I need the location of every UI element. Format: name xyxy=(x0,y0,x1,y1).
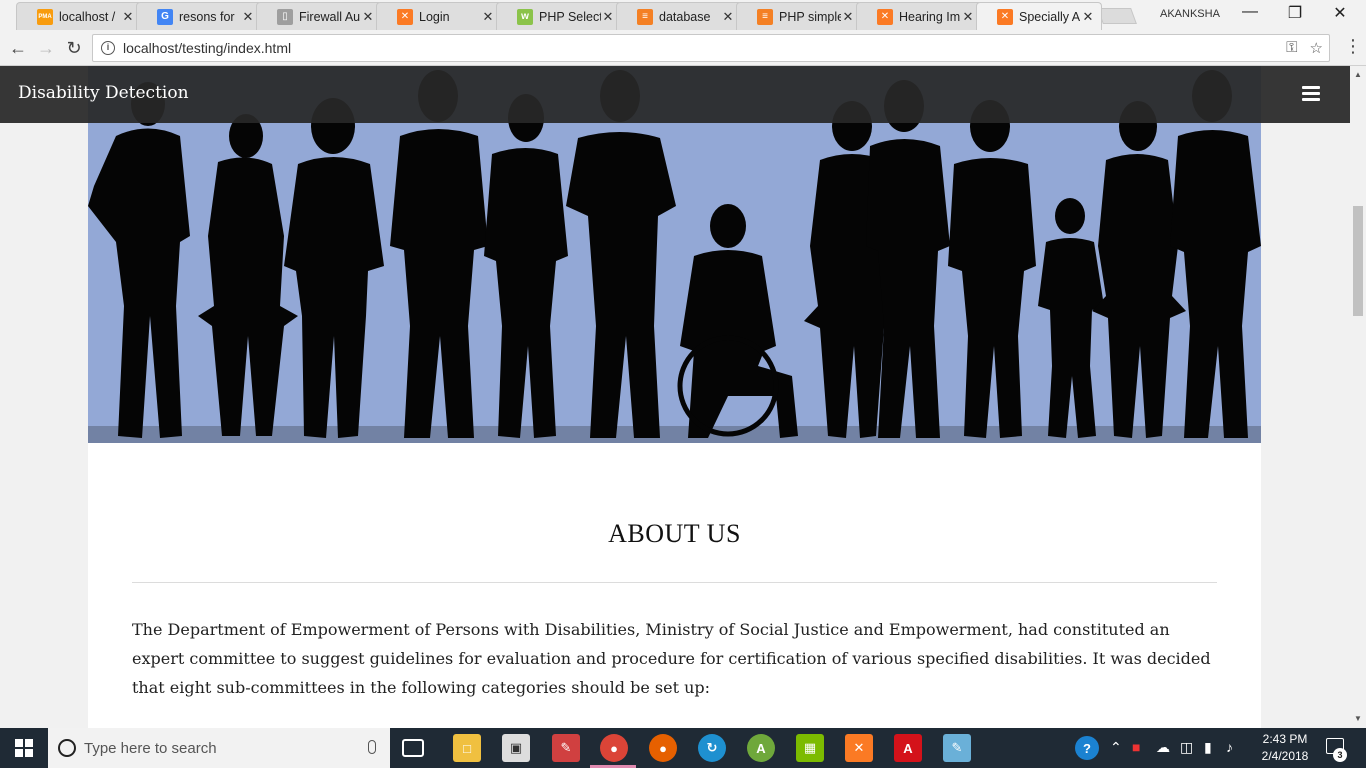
divider xyxy=(132,582,1217,583)
close-tab-icon[interactable]: ✕ xyxy=(481,9,495,25)
close-tab-icon[interactable]: ✕ xyxy=(241,9,255,25)
close-tab-icon[interactable]: ✕ xyxy=(601,9,615,25)
tab-title[interactable]: PHP Select xyxy=(539,10,601,24)
scroll-up-icon[interactable]: ▲ xyxy=(1354,70,1362,79)
xampp-icon: ✕ xyxy=(877,8,893,25)
browser-tab[interactable]: ✕ Specially A ✕ xyxy=(976,2,1102,30)
tab-title[interactable]: PHP simple xyxy=(779,10,841,24)
store-icon[interactable]: ▣ xyxy=(502,734,530,762)
about-section: ABOUT US The Department of Empowerment o… xyxy=(88,443,1261,728)
forward-icon[interactable]: → xyxy=(34,36,58,60)
tab-title[interactable]: resons for xyxy=(179,10,241,24)
stackoverflow-icon: ≡ xyxy=(757,8,773,25)
gift-icon[interactable]: ■ xyxy=(1132,739,1140,755)
tab-title[interactable]: localhost / xyxy=(59,10,121,24)
tab-title[interactable]: Specially A xyxy=(1019,10,1081,24)
cortana-icon[interactable] xyxy=(58,739,76,757)
volume-icon[interactable]: ♪ xyxy=(1226,739,1233,755)
bookmark-star-icon[interactable]: ☆ xyxy=(1310,39,1323,57)
file-explorer-icon[interactable]: □ xyxy=(453,734,481,762)
key-icon[interactable]: ⚿ xyxy=(1286,39,1297,57)
office-icon[interactable]: ▦ xyxy=(796,734,824,762)
firefox-icon[interactable]: ● xyxy=(649,734,677,762)
tab-title[interactable]: database xyxy=(659,10,721,24)
browser-toolbar: ← → ↻ i localhost/testing/index.html ⚿ ☆… xyxy=(0,30,1366,66)
clock-date: 2/4/2018 xyxy=(1261,749,1309,763)
browser-tab[interactable]: w PHP Select ✕ xyxy=(496,2,622,30)
minimize-icon[interactable]: — xyxy=(1230,3,1270,25)
taskbar-clock[interactable]: 2:43 PM 2/4/2018 xyxy=(1252,731,1318,765)
paint-icon[interactable]: ✎ xyxy=(552,734,580,762)
reload-icon[interactable]: ↻ xyxy=(62,36,86,60)
xampp-taskbar-icon[interactable]: ✕ xyxy=(845,734,873,762)
close-tab-icon[interactable]: ✕ xyxy=(841,9,855,25)
onedrive-icon[interactable]: ☁ xyxy=(1156,739,1170,756)
phpmyadmin-icon: PMA xyxy=(37,8,53,25)
notification-count: 3 xyxy=(1333,748,1347,762)
tab-title[interactable]: Hearing Im xyxy=(899,10,961,24)
close-tab-icon[interactable]: ✕ xyxy=(121,9,135,25)
back-icon[interactable]: ← xyxy=(6,36,30,60)
tab-title[interactable]: Firewall Au xyxy=(299,10,361,24)
new-tab-button[interactable] xyxy=(1097,8,1137,24)
close-tab-icon[interactable]: ✕ xyxy=(961,9,975,25)
hamburger-menu-icon[interactable] xyxy=(1302,86,1320,101)
microphone-icon[interactable] xyxy=(368,740,376,754)
search-placeholder[interactable]: Type here to search xyxy=(84,740,217,757)
acrobat-icon[interactable]: A xyxy=(894,734,922,762)
site-navbar: Disability Detection xyxy=(0,66,1350,123)
clock-time: 2:43 PM xyxy=(1262,732,1308,746)
battery-icon[interactable]: ▮ xyxy=(1204,739,1212,756)
help-icon[interactable]: ? xyxy=(1075,736,1099,760)
url-text[interactable]: localhost/testing/index.html xyxy=(123,40,291,56)
page-viewport: Disability Detection ABOUT US The Depart… xyxy=(0,66,1350,728)
document-icon: ▯ xyxy=(277,8,293,25)
tab-strip: PMA localhost / ✕ Gresons for ✕ ▯ Firewall Au ✕… xyxy=(0,0,1366,30)
tab-title[interactable]: Login xyxy=(419,10,481,24)
about-paragraph: The Department of Empowerment of Persons… xyxy=(132,620,1211,697)
browser-tab[interactable]: Gresons for ✕ xyxy=(136,2,262,30)
page-scrollbar[interactable]: ▲ ▼ xyxy=(1350,66,1366,728)
windows-taskbar: Type here to search □ ▣ ✎ ● ● ↻ A ▦ ✕ A … xyxy=(0,728,1366,768)
scroll-down-icon[interactable]: ▼ xyxy=(1354,714,1362,723)
windows-start-icon[interactable] xyxy=(0,728,48,768)
close-tab-icon[interactable]: ✕ xyxy=(1081,9,1095,25)
show-hidden-icons-icon[interactable]: ⌃ xyxy=(1110,739,1122,756)
close-tab-icon[interactable]: ✕ xyxy=(721,9,735,25)
google-icon: G xyxy=(157,8,173,25)
close-window-icon[interactable]: ✕ xyxy=(1320,3,1360,25)
address-bar[interactable]: i localhost/testing/index.html ⚿ ☆ xyxy=(92,34,1330,62)
browser-menu-icon[interactable]: ⋮ xyxy=(1344,36,1362,57)
notepad-icon[interactable]: ✎ xyxy=(943,734,971,762)
task-view-icon[interactable] xyxy=(402,739,424,757)
scroll-thumb[interactable] xyxy=(1353,206,1363,316)
browser-tab[interactable]: ≡ PHP simple ✕ xyxy=(736,2,862,30)
android-studio-icon[interactable]: A xyxy=(747,734,775,762)
about-title: ABOUT US xyxy=(608,519,741,548)
site-brand[interactable]: Disability Detection xyxy=(18,83,189,103)
xampp-icon: ✕ xyxy=(397,8,413,25)
taskbar-search[interactable]: Type here to search xyxy=(48,728,390,768)
profile-name[interactable]: AKANKSHA xyxy=(1160,8,1220,20)
browser-tab[interactable]: ▯ Firewall Au ✕ xyxy=(256,2,382,30)
xampp-icon: ✕ xyxy=(997,8,1013,25)
chrome-icon[interactable]: ● xyxy=(600,734,628,762)
maximize-icon[interactable]: ❐ xyxy=(1275,3,1315,25)
network-icon[interactable]: ◫ xyxy=(1180,739,1193,756)
close-tab-icon[interactable]: ✕ xyxy=(361,9,375,25)
browser-tab[interactable]: ✕ Hearing Im ✕ xyxy=(856,2,982,30)
sync-app-icon[interactable]: ↻ xyxy=(698,734,726,762)
browser-tab[interactable]: PMA localhost / ✕ xyxy=(16,2,142,30)
browser-tab[interactable]: ≡ database ✕ xyxy=(616,2,742,30)
stackoverflow-icon: ≡ xyxy=(637,8,653,25)
php-icon: w xyxy=(517,8,533,25)
browser-tab[interactable]: ✕ Login ✕ xyxy=(376,2,502,30)
info-icon[interactable]: i xyxy=(101,41,115,55)
